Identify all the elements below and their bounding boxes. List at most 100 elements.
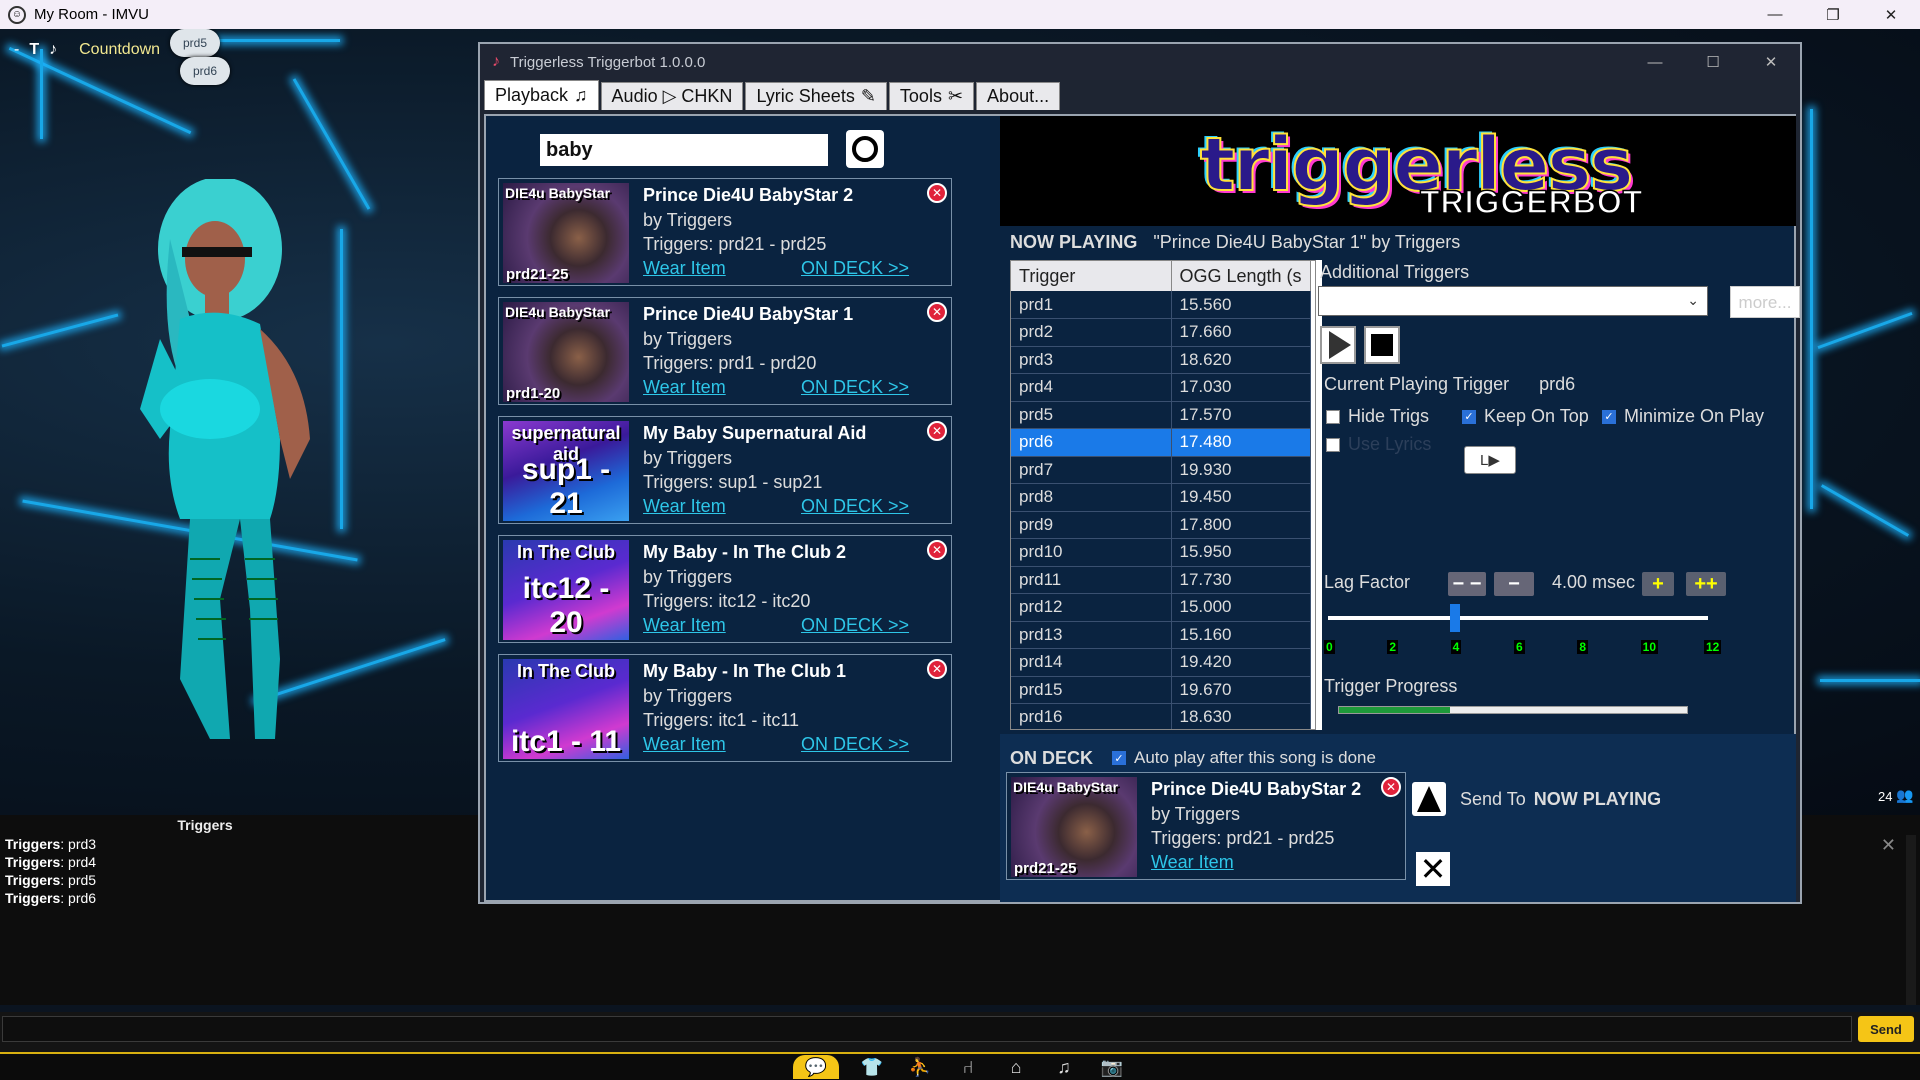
lag-decrease-button[interactable]: − bbox=[1494, 572, 1534, 596]
more-button[interactable]: more... bbox=[1730, 286, 1800, 318]
table-row[interactable]: prd10 15.950 bbox=[1011, 538, 1311, 567]
remove-icon[interactable]: ✕ bbox=[927, 659, 947, 679]
minimize-icon[interactable]: — bbox=[1746, 0, 1804, 29]
table-row[interactable]: prd11 17.730 bbox=[1011, 566, 1311, 594]
chair-icon[interactable]: ⑁ bbox=[953, 1055, 983, 1079]
song-card[interactable]: supernatural aid sup1 - 21 My Baby Super… bbox=[498, 416, 952, 524]
on-deck-link[interactable]: ON DECK >> bbox=[801, 496, 909, 517]
song-card[interactable]: In The Club itc1 - 11 My Baby - In The C… bbox=[498, 654, 952, 762]
on-deck-link[interactable]: ON DECK >> bbox=[801, 377, 909, 398]
remove-icon[interactable]: ✕ bbox=[927, 540, 947, 560]
song-card[interactable]: In The Club itc12 - 20 My Baby - In The … bbox=[498, 535, 952, 643]
wear-item-link[interactable]: Wear Item bbox=[643, 377, 726, 398]
remove-icon[interactable]: ✕ bbox=[927, 302, 947, 322]
column-header-length[interactable]: OGG Length (s bbox=[1171, 261, 1311, 291]
table-row[interactable]: prd16 18.630 bbox=[1011, 703, 1311, 729]
minimize-icon[interactable]: — bbox=[1626, 44, 1684, 80]
lag-increase-large-button[interactable]: ++ bbox=[1686, 572, 1726, 596]
current-trigger: Current Playing Trigger prd6 bbox=[1324, 374, 1575, 395]
lag-decrease-large-button[interactable]: − − bbox=[1448, 572, 1486, 596]
autoplay-checkbox[interactable]: ✓ Auto play after this song is done bbox=[1112, 748, 1376, 768]
home-icon[interactable]: ⌂ bbox=[1001, 1055, 1031, 1079]
table-row[interactable]: prd2 17.660 bbox=[1011, 318, 1311, 347]
wear-item-link[interactable]: Wear Item bbox=[1151, 852, 1234, 873]
close-icon[interactable]: ✕ bbox=[1742, 44, 1800, 80]
remove-icon[interactable]: ✕ bbox=[927, 421, 947, 441]
wear-item-link[interactable]: Wear Item bbox=[643, 496, 726, 517]
table-row[interactable]: prd8 19.450 bbox=[1011, 483, 1311, 512]
play-button[interactable] bbox=[1320, 326, 1356, 364]
tab-about[interactable]: About... bbox=[976, 82, 1061, 110]
stop-button[interactable] bbox=[1364, 326, 1400, 364]
table-row[interactable]: prd6 17.480 bbox=[1011, 428, 1311, 457]
on-deck-link[interactable]: ON DECK >> bbox=[801, 258, 909, 279]
lyric-play-button[interactable]: L▶ bbox=[1464, 446, 1516, 474]
camera-icon[interactable]: 📷 bbox=[1097, 1055, 1127, 1079]
table-row[interactable]: prd7 19.930 bbox=[1011, 456, 1311, 484]
wear-item-link[interactable]: Wear Item bbox=[643, 615, 726, 636]
lag-slider-thumb[interactable] bbox=[1449, 604, 1460, 632]
checkbox[interactable]: ✓ bbox=[1462, 409, 1476, 424]
tab-audio[interactable]: Audio ▷ CHKN bbox=[600, 82, 744, 110]
checkbox[interactable]: ✓ bbox=[1112, 751, 1126, 765]
avatar[interactable] bbox=[130, 179, 360, 779]
logo-banner: triggerless TRIGGERBOT bbox=[1000, 116, 1796, 226]
remove-icon[interactable]: ✕ bbox=[927, 183, 947, 203]
tab-tools[interactable]: Tools ✂ bbox=[888, 82, 975, 110]
checkbox[interactable]: ✓ bbox=[1602, 409, 1616, 424]
minimize-on-play-checkbox[interactable]: ✓ Minimize On Play bbox=[1602, 406, 1764, 427]
wear-item-link[interactable]: Wear Item bbox=[643, 734, 726, 755]
shirt-icon[interactable]: 👕 bbox=[857, 1055, 887, 1079]
additional-triggers-select[interactable]: ⌄ bbox=[1318, 286, 1708, 316]
chat-scrollbar[interactable] bbox=[1906, 835, 1916, 1005]
search-button[interactable] bbox=[846, 130, 884, 168]
on-deck-link[interactable]: ON DECK >> bbox=[801, 615, 909, 636]
send-button[interactable]: Send bbox=[1858, 1016, 1914, 1042]
chat-bubble-icon[interactable]: 💬 bbox=[793, 1055, 839, 1079]
remove-icon[interactable]: ✕ bbox=[1381, 777, 1401, 797]
keep-on-top-checkbox[interactable]: ✓ Keep On Top bbox=[1462, 406, 1589, 427]
table-row[interactable]: prd15 19.670 bbox=[1011, 676, 1311, 704]
table-row[interactable]: prd13 15.160 bbox=[1011, 621, 1311, 649]
table-row[interactable]: prd14 19.420 bbox=[1011, 648, 1311, 677]
lag-slider-track[interactable] bbox=[1328, 616, 1708, 620]
lag-increase-button[interactable]: + bbox=[1642, 572, 1674, 596]
music-icon[interactable]: ♫ bbox=[1049, 1055, 1079, 1079]
song-card[interactable]: DIE4u BabyStar prd1-20 Prince Die4U Baby… bbox=[498, 297, 952, 405]
clear-deck-button[interactable]: ✕ bbox=[1416, 852, 1450, 886]
table-row[interactable]: prd9 17.800 bbox=[1011, 511, 1311, 539]
table-row[interactable]: prd4 17.030 bbox=[1011, 373, 1311, 402]
now-playing-value: "Prince Die4U BabyStar 1" by Triggers bbox=[1153, 232, 1461, 252]
hide-trigs-checkbox[interactable]: Hide Trigs bbox=[1326, 406, 1429, 427]
users-icon[interactable]: 👥 bbox=[1896, 787, 1913, 804]
table-row[interactable]: prd5 17.570 bbox=[1011, 401, 1311, 429]
text-icon[interactable]: T bbox=[29, 41, 39, 59]
close-icon[interactable]: ✕ bbox=[1862, 0, 1920, 29]
search-input[interactable] bbox=[540, 134, 828, 166]
restore-icon[interactable]: ❐ bbox=[1804, 0, 1862, 29]
chat-close-icon[interactable]: ✕ bbox=[1881, 835, 1896, 856]
pose-icon[interactable]: ⛹ bbox=[905, 1055, 935, 1079]
tab-lyric-sheets[interactable]: Lyric Sheets ✎ bbox=[745, 82, 887, 110]
column-header-trigger[interactable]: Trigger bbox=[1011, 261, 1172, 291]
trigger-table[interactable]: Trigger OGG Length (s prd1 15.560 prd2 17.6… bbox=[1010, 260, 1316, 730]
dash-icon[interactable]: - bbox=[14, 41, 19, 59]
maximize-icon[interactable]: ☐ bbox=[1684, 44, 1742, 80]
table-row[interactable]: prd1 15.560 bbox=[1011, 291, 1311, 319]
chat-line: Triggers: prd5 bbox=[5, 872, 97, 888]
on-deck-song-card[interactable]: DIE4u BabyStar prd21-25 Prince Die4U Bab… bbox=[1006, 772, 1406, 880]
countdown-label[interactable]: Countdown bbox=[79, 41, 160, 59]
on-deck-link[interactable]: ON DECK >> bbox=[801, 734, 909, 755]
send-up-button[interactable] bbox=[1412, 782, 1446, 816]
tab-playback[interactable]: Playback ♫ bbox=[484, 80, 599, 110]
wear-item-link[interactable]: Wear Item bbox=[643, 258, 726, 279]
table-row[interactable]: prd12 15.000 bbox=[1011, 593, 1311, 622]
checkbox[interactable] bbox=[1326, 437, 1340, 452]
music-note-icon[interactable]: ♪ bbox=[49, 41, 57, 59]
use-lyrics-checkbox[interactable]: Use Lyrics bbox=[1326, 434, 1431, 455]
song-card[interactable]: DIE4u BabyStar prd21-25 Prince Die4U Bab… bbox=[498, 178, 952, 286]
table-row[interactable]: prd3 18.620 bbox=[1011, 346, 1311, 374]
checkbox[interactable] bbox=[1326, 409, 1340, 424]
now-playing-label: NOW PLAYING bbox=[1010, 232, 1138, 252]
chat-input[interactable] bbox=[2, 1016, 1852, 1042]
